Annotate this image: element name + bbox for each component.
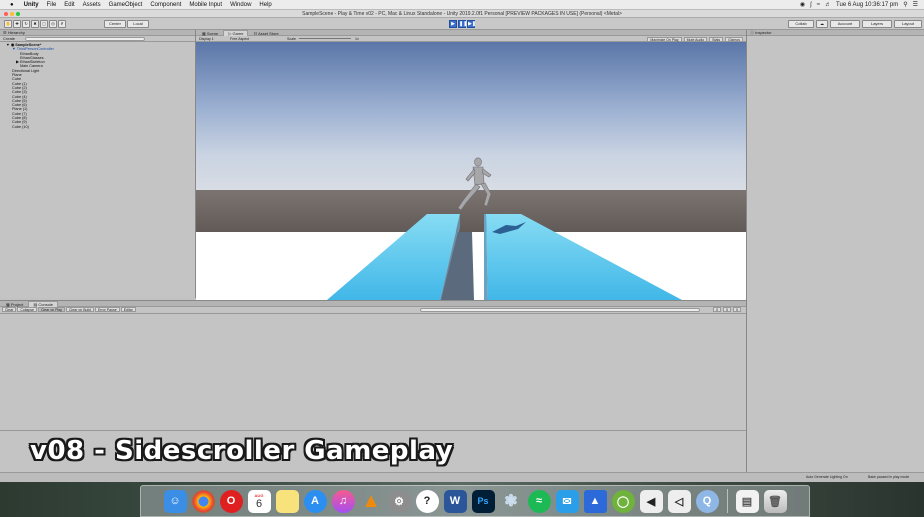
stats-toggle[interactable]: Stats [709,36,724,42]
menu-edit[interactable]: Edit [60,2,78,8]
itunes-icon[interactable]: ♫ [331,489,355,513]
editor-dropdown[interactable]: Editor [120,307,136,313]
play-button[interactable]: ▶ [449,20,457,28]
bluetooth-icon[interactable]: ∫ [810,2,812,8]
bake-status: Bake paused in play mode [868,475,910,479]
clear-button[interactable]: Clear [2,307,17,313]
unity-icon[interactable]: ◁ [667,489,691,513]
spotify-icon[interactable]: ≈ [527,489,551,513]
hierarchy-search-input[interactable] [25,37,146,41]
auto-lighting-status[interactable]: Auto Generate Lighting On [806,475,848,479]
warning-count[interactable]: 0 [723,307,732,312]
maximize-window-button[interactable] [16,12,20,16]
status-bar: Auto Generate Lighting On Bake paused in… [0,472,924,482]
create-dropdown[interactable]: Create [3,36,15,41]
display-dropdown[interactable]: Display 1 [199,37,214,41]
log-count[interactable]: 0 [713,307,722,312]
error-count[interactable]: 0 [733,307,741,312]
gizmos-dropdown[interactable]: Gizmos [725,36,743,42]
vlc-icon[interactable]: ▲ [360,490,383,513]
apple-menu-icon[interactable]: ● [0,2,20,8]
collapse-toggle[interactable]: Collapse [17,307,37,313]
menu-file[interactable]: File [43,2,61,8]
volume-icon[interactable]: ♬ [825,2,831,8]
dock: ☺ O AUG 6 A ♫ ▲ ⚙ ? W Ps ❃ ≈ ✉ ▲ ◯ ◀ ◁ Q … [140,485,810,517]
rect-tool-icon[interactable]: ▢ [40,20,48,28]
app-store-icon[interactable]: A [303,489,327,513]
messages-icon[interactable]: ✉ [555,489,579,513]
menu-gameobject[interactable]: GameObject [105,2,147,8]
hierarchy-panel: ☰ Hierarchy Create ▼ ◉ SampleScene* ▼ Th… [0,30,196,298]
minimize-window-button[interactable] [10,12,14,16]
inspector-panel: ⓘ Inspector [746,30,924,472]
unity-hub-icon[interactable]: ◯ [611,489,635,513]
error-pause-toggle[interactable]: Error Pause [95,307,120,313]
mute-audio-toggle[interactable]: Mute Audio [683,36,708,42]
notes-icon[interactable] [275,489,299,513]
hierarchy-item[interactable]: Cube (10) [6,125,195,129]
layout-dropdown[interactable]: Layout [894,20,922,28]
hand-tool-icon[interactable]: ✋ [4,20,12,28]
rotate-tool-icon[interactable]: ↻ [22,20,30,28]
menu-assets[interactable]: Assets [79,2,105,8]
step-button[interactable]: ▶❚ [467,20,476,28]
calendar-icon[interactable]: AUG 6 [247,489,271,513]
scale-slider[interactable] [299,38,351,39]
sourcetree-icon[interactable]: ▲ [583,489,607,513]
menu-mobile-input[interactable]: Mobile Input [185,2,226,8]
quicktime-player-icon[interactable]: Q [695,489,719,513]
search-icon[interactable]: ⚲ [903,1,907,8]
sky [196,42,746,192]
quicktime-icon[interactable]: ? [415,489,439,513]
cloud-icon[interactable]: ☁ [816,20,828,28]
pivot-center-button[interactable]: Center [104,20,126,28]
visual-studio-icon[interactable]: ◀ [639,489,663,513]
inspector-tab[interactable]: ⓘ Inspector [747,30,924,36]
finder-icon[interactable]: ☺ [163,489,187,513]
game-scene [196,42,746,300]
list-icon[interactable]: ☰ [913,1,918,8]
inkscape-icon[interactable]: ❃ [500,490,523,513]
close-window-button[interactable] [4,12,8,16]
menu-component[interactable]: Component [146,2,185,8]
window-title: SampleScene - Play & Time v02 - PC, Mac … [302,11,622,17]
scale-tool-icon[interactable]: ✖ [31,20,39,28]
chrome-icon[interactable] [191,489,215,513]
pause-button[interactable]: ❚❚ [458,20,467,28]
photoshop-icon[interactable]: Ps [471,489,495,513]
opera-icon[interactable]: O [219,489,243,513]
unity-toolbar: ✋ ✚ ↻ ✖ ▢ ◎ ✗ Center Local ▶ ❚❚ ▶❚ Colla… [0,18,924,30]
custom-tool-icon[interactable]: ✗ [58,20,66,28]
transform-tool-icon[interactable]: ◎ [49,20,57,28]
video-caption: v08 - Sidescroller Gameplay [30,436,454,466]
menu-window[interactable]: Window [226,2,255,8]
console-divider [0,430,746,431]
account-dropdown[interactable]: Account [830,20,860,28]
layers-dropdown[interactable]: Layers [862,20,892,28]
menu-bar: ● Unity File Edit Assets GameObject Comp… [0,0,924,10]
record-icon[interactable]: ◉ [800,1,805,8]
clear-on-play-toggle[interactable]: Clear on Play [38,307,66,313]
wifi-icon[interactable]: ≈ [817,2,820,8]
maximize-on-play-toggle[interactable]: Maximize On Play [647,36,682,42]
preview-icon[interactable]: ▤ [735,489,759,513]
word-icon[interactable]: W [443,489,467,513]
move-tool-icon[interactable]: ✚ [13,20,21,28]
clear-on-build-toggle[interactable]: Clear on Build [66,307,94,313]
game-viewport[interactable] [196,42,746,300]
dock-divider [726,489,728,513]
menu-help[interactable]: Help [255,2,275,8]
app-menu[interactable]: Unity [20,2,43,8]
console-search-input[interactable] [420,308,700,312]
game-panel: ▦ Scene ▷ Game ☷ Asset Store Display 1 F… [196,30,746,300]
clock[interactable]: Tue 6 Aug 10:36:17 pm [836,2,898,8]
pivot-local-button[interactable]: Local [127,20,149,28]
collab-button[interactable]: Collab [788,20,814,28]
window-titlebar: SampleScene - Play & Time v02 - PC, Mac … [0,10,924,18]
system-preferences-icon[interactable]: ⚙ [387,489,411,513]
trash-icon[interactable]: 🗑 [763,489,787,513]
